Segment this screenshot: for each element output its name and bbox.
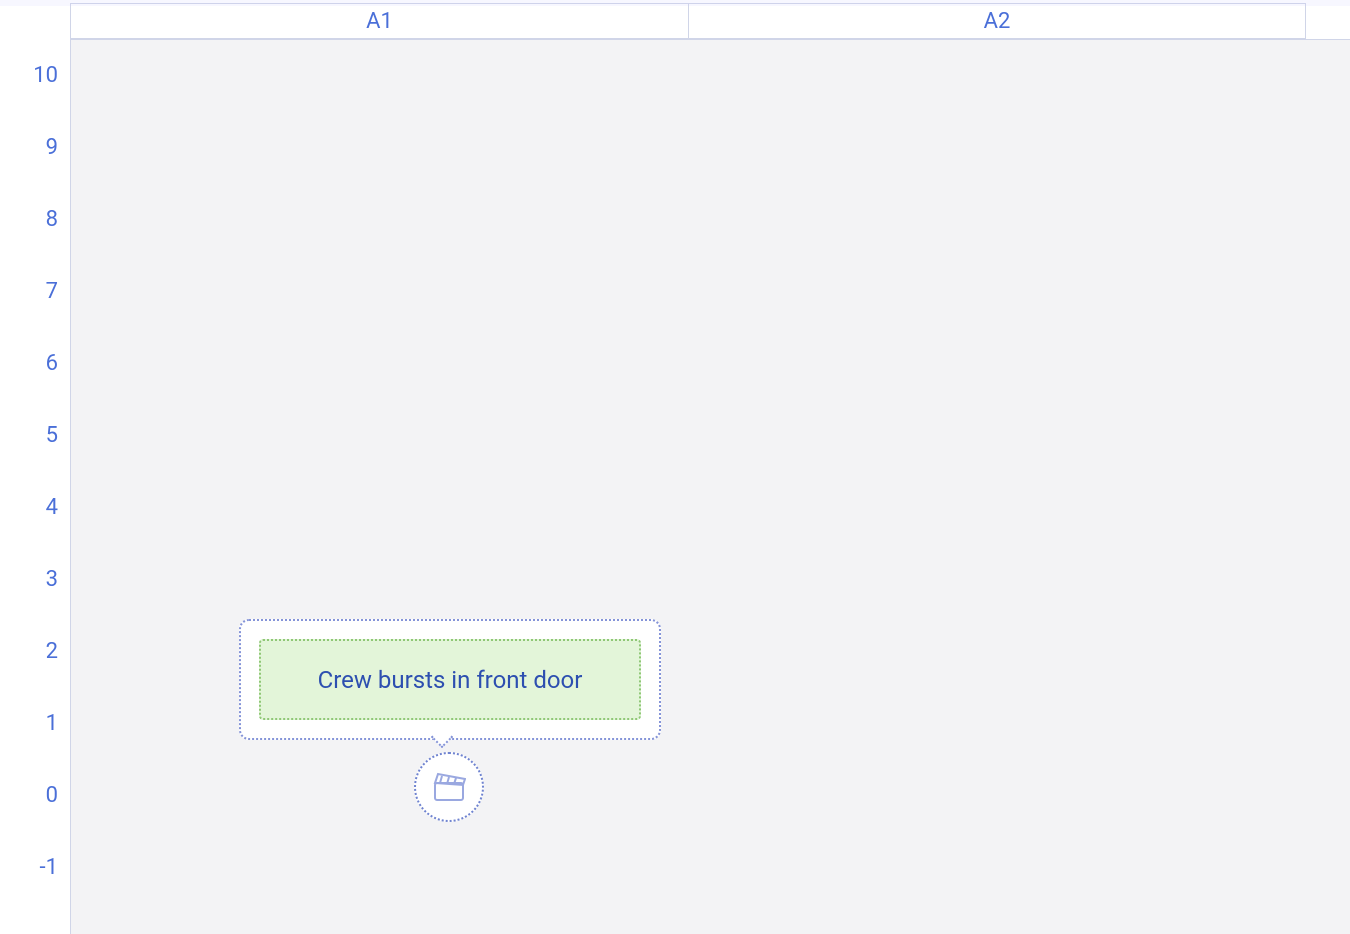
row-label-3[interactable]: 3	[0, 543, 70, 615]
clapperboard-icon	[432, 772, 466, 802]
column-headers: A1 A2	[70, 3, 1350, 39]
column-header-a1[interactable]: A1	[70, 3, 688, 39]
row-label-5[interactable]: 5	[0, 399, 70, 471]
row-label-6[interactable]: 6	[0, 327, 70, 399]
scene-marker[interactable]	[414, 752, 484, 822]
top-blur-band	[0, 0, 1350, 6]
grid-canvas[interactable]: Crew bursts in front door	[70, 39, 1350, 934]
row-label-2[interactable]: 2	[0, 615, 70, 687]
column-header-a2[interactable]: A2	[688, 3, 1306, 39]
row-label-4[interactable]: 4	[0, 471, 70, 543]
row-label-0[interactable]: 0	[0, 759, 70, 831]
row-label-9[interactable]: 9	[0, 111, 70, 183]
row-label-10[interactable]: 10	[0, 39, 70, 111]
row-label-neg1[interactable]: -1	[0, 831, 70, 903]
scene-card-inner: Crew bursts in front door	[259, 639, 641, 720]
row-label-1[interactable]: 1	[0, 687, 70, 759]
scene-card-text: Crew bursts in front door	[318, 666, 583, 694]
scene-card[interactable]: Crew bursts in front door	[239, 619, 661, 740]
row-label-7[interactable]: 7	[0, 255, 70, 327]
row-label-8[interactable]: 8	[0, 183, 70, 255]
row-labels: 10 9 8 7 6 5 4 3 2 1 0 -1	[0, 39, 70, 903]
